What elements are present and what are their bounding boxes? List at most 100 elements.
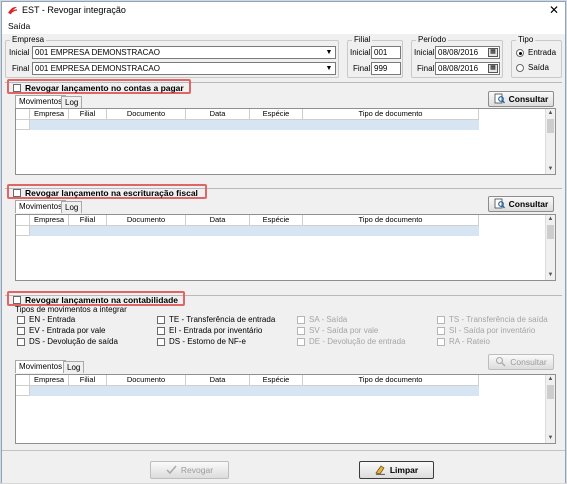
movimentos-grid[interactable]: Empresa Filial Documento Data Espécie Ti… xyxy=(15,214,556,281)
chevron-down-icon[interactable]: ▼ xyxy=(324,47,334,58)
close-icon[interactable]: ✕ xyxy=(549,3,559,17)
col-empresa[interactable]: Empresa xyxy=(30,109,69,120)
col-especie[interactable]: Espécie xyxy=(250,215,303,226)
tab-log[interactable]: Log xyxy=(61,96,83,108)
chevron-down-icon[interactable]: ▼ xyxy=(324,63,334,74)
col-documento[interactable]: Documento xyxy=(107,109,186,120)
tab-log[interactable]: Log xyxy=(63,361,85,373)
periodo-inicial-input[interactable]: 08/08/2016 ▦ xyxy=(435,46,500,59)
table-row[interactable] xyxy=(16,120,479,130)
scroll-thumb[interactable] xyxy=(547,225,554,239)
tipo-en-checkbox[interactable] xyxy=(17,316,25,324)
escrituracao-checkbox[interactable] xyxy=(13,189,21,197)
calendar-icon[interactable]: ▦ xyxy=(488,64,498,73)
menu-bar: Saída xyxy=(2,19,565,34)
movimentos-grid[interactable]: Empresa Filial Documento Data Espécie Ti… xyxy=(15,374,556,444)
limpar-button[interactable]: Limpar xyxy=(359,461,434,479)
eraser-icon xyxy=(375,465,385,475)
tipo-saida-radio[interactable] xyxy=(516,64,524,72)
tab-movimentos[interactable]: Movimentos xyxy=(15,200,67,213)
table-row[interactable] xyxy=(16,386,479,396)
periodo-group-title: Período xyxy=(416,35,449,44)
col-tipo-documento[interactable]: Tipo de documento xyxy=(303,215,479,226)
tipo-sa-label: SA - Saída xyxy=(309,315,348,324)
col-filial[interactable]: Filial xyxy=(69,109,107,120)
grid-scrollbar[interactable]: ▲ ▼ xyxy=(545,375,555,443)
tipos-movimentos-title: Tipos de movimentos a integrar xyxy=(15,305,127,314)
periodo-final-value: 08/08/2016 xyxy=(438,64,479,73)
col-documento[interactable]: Documento xyxy=(107,375,186,386)
scroll-thumb[interactable] xyxy=(547,385,554,399)
scroll-down-icon[interactable]: ▼ xyxy=(546,434,555,443)
contabilidade-toggle[interactable]: Revogar lançamento na contabilidade xyxy=(7,291,185,306)
empresa-inicial-value: 001 EMPRESA DEMONSTRACAO xyxy=(35,48,160,57)
scroll-down-icon[interactable]: ▼ xyxy=(546,271,555,280)
filial-final-input[interactable]: 999 xyxy=(371,62,401,75)
periodo-final-input[interactable]: 08/08/2016 ▦ xyxy=(435,62,500,75)
tipo-estorno-checkbox[interactable] xyxy=(157,338,165,346)
menu-item-saida[interactable]: Saída xyxy=(8,21,30,31)
tipo-si-checkbox xyxy=(437,327,445,335)
tipo-group: Tipo xyxy=(511,35,562,78)
filial-inicial-input[interactable]: 001 xyxy=(371,46,401,59)
contas-pagar-label: Revogar lançamento no contas a pagar xyxy=(25,83,184,93)
consultar-label: Consultar xyxy=(510,357,547,367)
app-logo-icon xyxy=(8,6,18,15)
grid-scrollbar[interactable]: ▲ ▼ xyxy=(545,109,555,174)
tab-movimentos[interactable]: Movimentos xyxy=(15,360,67,373)
tipo-ts-label: TS - Transferência de saída xyxy=(449,315,548,324)
tipo-de-checkbox xyxy=(297,338,305,346)
contas-pagar-toggle[interactable]: Revogar lançamento no contas a pagar xyxy=(7,79,191,94)
tab-movimentos[interactable]: Movimentos xyxy=(15,95,67,108)
filial-final-label: Final xyxy=(353,64,371,73)
empresa-inicial-select[interactable]: 001 EMPRESA DEMONSTRACAO ▼ xyxy=(32,46,336,59)
escrituracao-label: Revogar lançamento na escrituração fisca… xyxy=(25,188,198,198)
contas-pagar-checkbox[interactable] xyxy=(13,84,21,92)
tipo-en-label: EN - Entrada xyxy=(29,315,76,324)
scroll-up-icon[interactable]: ▲ xyxy=(546,375,555,384)
col-empresa[interactable]: Empresa xyxy=(30,375,69,386)
tipo-sv-label: SV - Saída por vale xyxy=(309,326,379,335)
consultar-button[interactable]: Consultar xyxy=(488,354,554,370)
scroll-down-icon[interactable]: ▼ xyxy=(546,165,555,174)
col-data[interactable]: Data xyxy=(186,375,250,386)
revogar-button[interactable]: Revogar xyxy=(150,461,229,479)
col-filial[interactable]: Filial xyxy=(69,375,107,386)
tab-log[interactable]: Log xyxy=(61,201,83,213)
scroll-thumb[interactable] xyxy=(547,119,554,133)
grid-scrollbar[interactable]: ▲ ▼ xyxy=(545,215,555,280)
tipo-ei-label: EI - Entrada por inventário xyxy=(169,326,263,335)
col-especie[interactable]: Espécie xyxy=(250,109,303,120)
col-especie[interactable]: Espécie xyxy=(250,375,303,386)
empresa-final-label: Final xyxy=(12,64,30,73)
col-tipo-documento[interactable]: Tipo de documento xyxy=(303,375,479,386)
consultar-label: Consultar xyxy=(508,199,549,209)
empresa-final-select[interactable]: 001 EMPRESA DEMONSTRACAO ▼ xyxy=(32,62,336,75)
col-empresa[interactable]: Empresa xyxy=(30,215,69,226)
tipo-entrada-radio[interactable] xyxy=(516,49,524,57)
col-documento[interactable]: Documento xyxy=(107,215,186,226)
col-data[interactable]: Data xyxy=(186,215,250,226)
calendar-icon[interactable]: ▦ xyxy=(488,48,498,57)
col-data[interactable]: Data xyxy=(186,109,250,120)
tipo-ei-checkbox[interactable] xyxy=(157,327,165,335)
table-row[interactable] xyxy=(16,226,479,236)
tipo-te-label: TE - Transferência de entrada xyxy=(169,315,276,324)
consultar-button[interactable]: Consultar xyxy=(488,196,554,212)
col-tipo-documento[interactable]: Tipo de documento xyxy=(303,109,479,120)
empresa-group-title: Empresa xyxy=(10,35,47,44)
escrituracao-toggle[interactable]: Revogar lançamento na escrituração fisca… xyxy=(7,184,207,199)
window-title: EST - Revogar integração xyxy=(22,5,126,15)
tipo-te-checkbox[interactable] xyxy=(157,316,165,324)
movimentos-grid[interactable]: Empresa Filial Documento Data Espécie Ti… xyxy=(15,108,556,175)
col-filial[interactable]: Filial xyxy=(69,215,107,226)
consultar-button[interactable]: Consultar xyxy=(488,91,554,107)
tipo-ds-checkbox[interactable] xyxy=(17,338,25,346)
contabilidade-checkbox[interactable] xyxy=(13,296,21,304)
scroll-up-icon[interactable]: ▲ xyxy=(546,109,555,118)
tipo-ts-checkbox xyxy=(437,316,445,324)
footer-bar: Revogar Limpar xyxy=(2,450,565,483)
tipo-ev-checkbox[interactable] xyxy=(17,327,25,335)
search-document-icon xyxy=(494,198,505,209)
scroll-up-icon[interactable]: ▲ xyxy=(546,215,555,224)
